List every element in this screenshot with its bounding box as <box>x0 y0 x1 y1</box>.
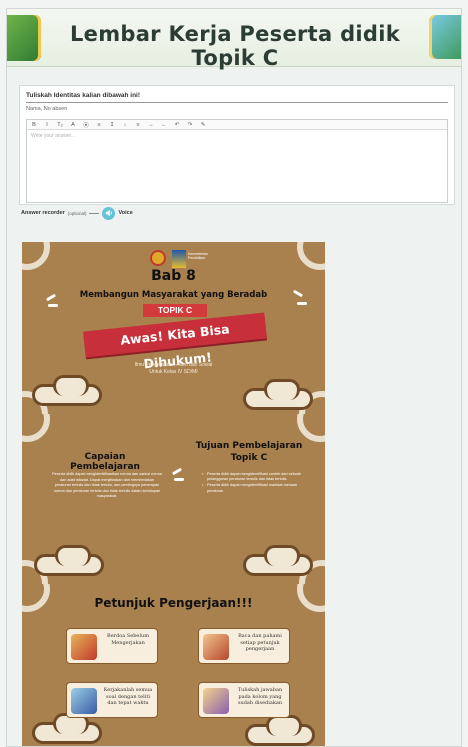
book-caption: Ilmu Pengetahuan Alam dan Sosial Untuk K… <box>22 362 325 376</box>
step-text: Baca dan pahami setiap petunjuk pengerja… <box>238 633 282 652</box>
voice-label: Voice <box>118 210 133 216</box>
chapter-subtitle: Membangun Masyarakat yang Beradab <box>79 290 268 300</box>
ornament-top-right <box>297 242 325 270</box>
cloud-ornament <box>32 713 102 744</box>
kemendikbud-logo <box>172 250 186 268</box>
ornament-top-left <box>22 242 50 270</box>
sparkle-decoration <box>297 302 307 305</box>
writing-kid-illustration <box>203 688 229 714</box>
cloud-ornament <box>243 545 313 576</box>
topic-badge: TOPIK C <box>143 304 207 317</box>
slide-instructions: Petunjuk Pengerjaan!!! Berdoa Sebelum Me… <box>22 584 325 746</box>
praying-kids-illustration <box>71 634 97 660</box>
pencil-icon[interactable]: ✎ <box>200 122 206 128</box>
instructions-heading: Petunjuk Pengerjaan!!! <box>94 596 253 610</box>
undo-icon[interactable]: ↶ <box>174 122 180 128</box>
list-button[interactable]: ≡ <box>135 122 141 128</box>
cloud-ornament <box>32 375 102 406</box>
book-grade: Untuk Kelas IV SD/MI <box>149 369 198 375</box>
instruction-step: Berdoa Sebelum Mengerjakan <box>66 628 158 664</box>
question-subtitle: Nama, No absen <box>26 106 68 112</box>
banner-decoration-right <box>429 15 461 59</box>
step-text: Kerjakanlah semua soal dengan teliti dan… <box>103 687 153 706</box>
recorder-label: Answer recorder <box>21 210 65 216</box>
cloud-ornament <box>243 379 313 410</box>
step-text: Berdoa Sebelum Mengerjakan <box>107 633 149 646</box>
page-title: Lembar Kerja Peserta didik Topik C <box>69 22 401 70</box>
banner-decoration-left <box>7 15 41 61</box>
cloud-ornament <box>34 545 104 576</box>
download-icon[interactable]: ↓ <box>122 122 128 128</box>
list-item: Peserta didik dapat mengidentifikasi man… <box>202 483 310 493</box>
slide-cover: Kementerian Pendidikan Bab 8 Membangun M… <box>22 242 325 417</box>
tujuan-list: Peserta didik dapat mengidentifikasi con… <box>202 472 310 495</box>
question-card: Tuliskah Identitas kalian dibawah ini! N… <box>19 85 455 205</box>
tujuan-heading: Tujuan Pembelajaran Topik C <box>195 441 303 463</box>
working-kid-illustration <box>71 688 97 714</box>
highlight-button[interactable]: ⦿ <box>83 121 89 129</box>
indent-button[interactable]: ↧ <box>109 122 115 128</box>
capaian-heading: Capaian Pembelajaran <box>70 452 140 472</box>
capaian-text: Peserta didik dapat mengidentifikasikan … <box>52 472 162 499</box>
subscript-button[interactable]: T₂ <box>57 122 63 128</box>
instruction-step: Kerjakanlah semua soal dengan teliti dan… <box>66 682 158 718</box>
redo-icon[interactable]: ↷ <box>187 122 193 128</box>
answer-editor: B I T₂ A ⦿ ≡ ↧ ↓ ≡ → ← ↶ ↷ ✎ <box>26 119 448 203</box>
instruction-step: Tuliskah jawaban pada kolom yang sudah d… <box>198 682 290 718</box>
instruction-step: Baca dan pahami setiap petunjuk pengerja… <box>198 628 290 664</box>
cloud-ornament <box>245 715 315 746</box>
answer-input[interactable] <box>27 130 447 202</box>
speaker-icon <box>105 209 112 217</box>
answer-recorder: Answer recorder (optional) Voice <box>21 206 133 220</box>
list-item: Peserta didik dapat mengidentifikasi con… <box>202 472 310 482</box>
bold-button[interactable]: B <box>31 122 37 128</box>
editor-toolbar: B I T₂ A ⦿ ≡ ↧ ↓ ≡ → ← ↶ ↷ ✎ <box>27 120 447 130</box>
garuda-logo <box>150 250 166 266</box>
recorder-optional-label: (optional) <box>67 210 87 216</box>
slide-learning-goals: Capaian Pembelajaran Peserta didik dapat… <box>22 414 325 586</box>
book-title: Ilmu Pengetahuan Alam dan Sosial <box>134 362 213 368</box>
chapter-title: Bab 8 <box>151 268 196 284</box>
question-title: Tuliskah Identitas kalian dibawah ini! <box>26 92 141 99</box>
header-banner: Lembar Kerja Peserta didik Topik C <box>7 9 461 70</box>
voice-record-button[interactable] <box>102 206 116 220</box>
reading-kid-illustration <box>203 634 229 660</box>
arrow-right-icon[interactable]: → <box>148 122 154 128</box>
arrow-left-icon[interactable]: ← <box>161 122 167 128</box>
italic-button[interactable]: I <box>44 122 50 128</box>
worksheet-frame: Lembar Kerja Peserta didik Topik C Tulis… <box>6 8 462 747</box>
ornament-top-right <box>297 414 325 442</box>
sparkle-decoration <box>48 304 58 307</box>
logo-caption: Kementerian Pendidikan <box>188 252 208 260</box>
text-color-button[interactable]: A <box>70 122 76 128</box>
sparkle-decoration <box>171 467 183 476</box>
divider <box>89 212 100 214</box>
step-text: Tuliskah jawaban pada kolom yang sudah d… <box>237 687 283 706</box>
divider <box>26 102 448 103</box>
sparkle-decoration <box>174 478 184 481</box>
topic-ribbon: Awas! Kita Bisa Dihukum! <box>83 312 267 371</box>
align-button[interactable]: ≡ <box>96 122 102 128</box>
ornament-top-left <box>22 414 50 442</box>
